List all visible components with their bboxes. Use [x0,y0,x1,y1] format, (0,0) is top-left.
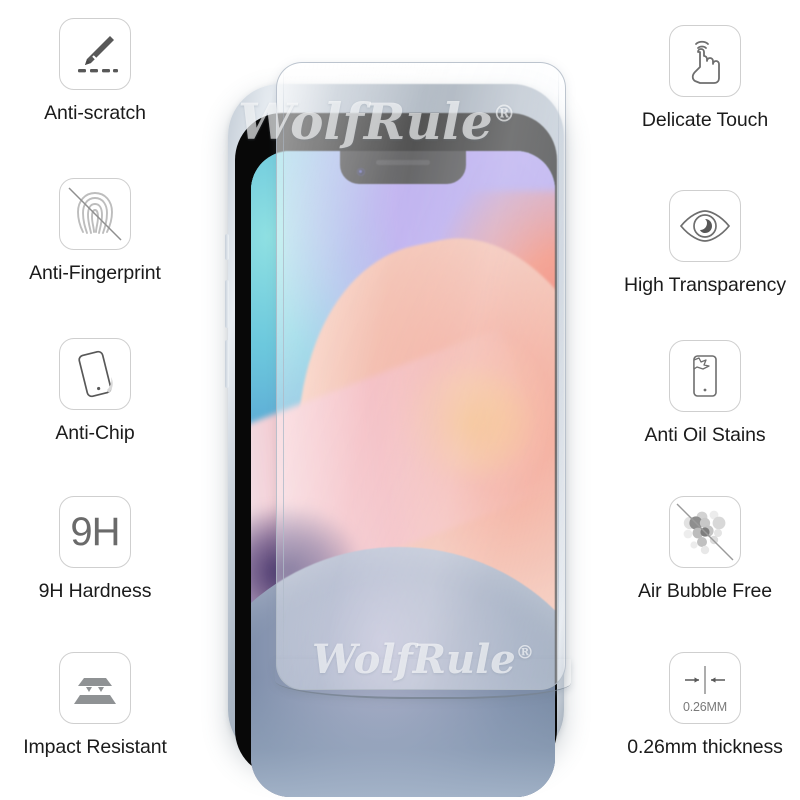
phone-oil-stain-icon [669,340,741,412]
feature-anti-oil-stains: Anti Oil Stains [610,340,800,446]
feature-label: Anti-Chip [55,422,135,444]
feature-label: Anti-Fingerprint [29,262,161,284]
feature-label: High Transparency [624,274,786,296]
feature-label: Air Bubble Free [638,580,772,602]
feature-delicate-touch: Delicate Touch [610,25,800,131]
feature-high-transparency: High Transparency [610,190,800,296]
thickness-badge-text: 0.26MM [683,700,727,714]
knife-scratch-icon [59,18,131,90]
phone-mute-switch [225,234,229,260]
hardness-badge-text: 9H [70,510,120,554]
feature-label: Anti-scratch [44,102,146,124]
feature-column-left: Anti-scratch Anti-Fingerprint Anti-Chip … [0,0,190,800]
feature-thickness: 0.26MM 0.26mm thickness [610,652,800,758]
feature-label: 0.26mm thickness [627,736,783,758]
feature-impact-resistant: Impact Resistant [0,652,190,758]
tempered-glass-protector [275,62,571,699]
glass-bottom-curve [275,659,571,699]
feature-anti-fingerprint: Anti-Fingerprint [0,178,190,284]
touch-hand-icon [669,25,741,97]
bubbles-slash-icon [669,496,741,568]
glass-right-edge [558,67,559,685]
phone-volume-up-button [225,280,229,328]
feature-column-right: Delicate Touch High Transparency Anti Oi… [610,0,800,800]
feature-label: Anti Oil Stains [644,424,766,446]
glass-left-edge [283,67,284,685]
feature-label: Delicate Touch [641,109,769,131]
eye-icon [669,190,741,262]
feature-label: 9H Hardness [38,580,152,602]
thickness-arrows-icon: 0.26MM [669,652,741,724]
hardness-9h-icon: 9H [59,496,131,568]
phone-volume-down-button [225,340,229,388]
feature-air-bubble-free: Air Bubble Free [610,496,800,602]
fingerprint-slash-icon [59,178,131,250]
phone-with-protector [225,62,571,797]
glass-sheen [277,63,565,689]
feature-anti-scratch: Anti-scratch [0,18,190,124]
feature-label: Impact Resistant [23,736,167,758]
impact-layers-icon [59,652,131,724]
product-feature-composite: WolfRule® WolfRule® Anti-scratch Anti-Fi… [0,0,800,800]
tilted-phone-icon [59,338,131,410]
feature-9h-hardness: 9H 9H Hardness [0,496,190,602]
feature-anti-chip: Anti-Chip [0,338,190,444]
